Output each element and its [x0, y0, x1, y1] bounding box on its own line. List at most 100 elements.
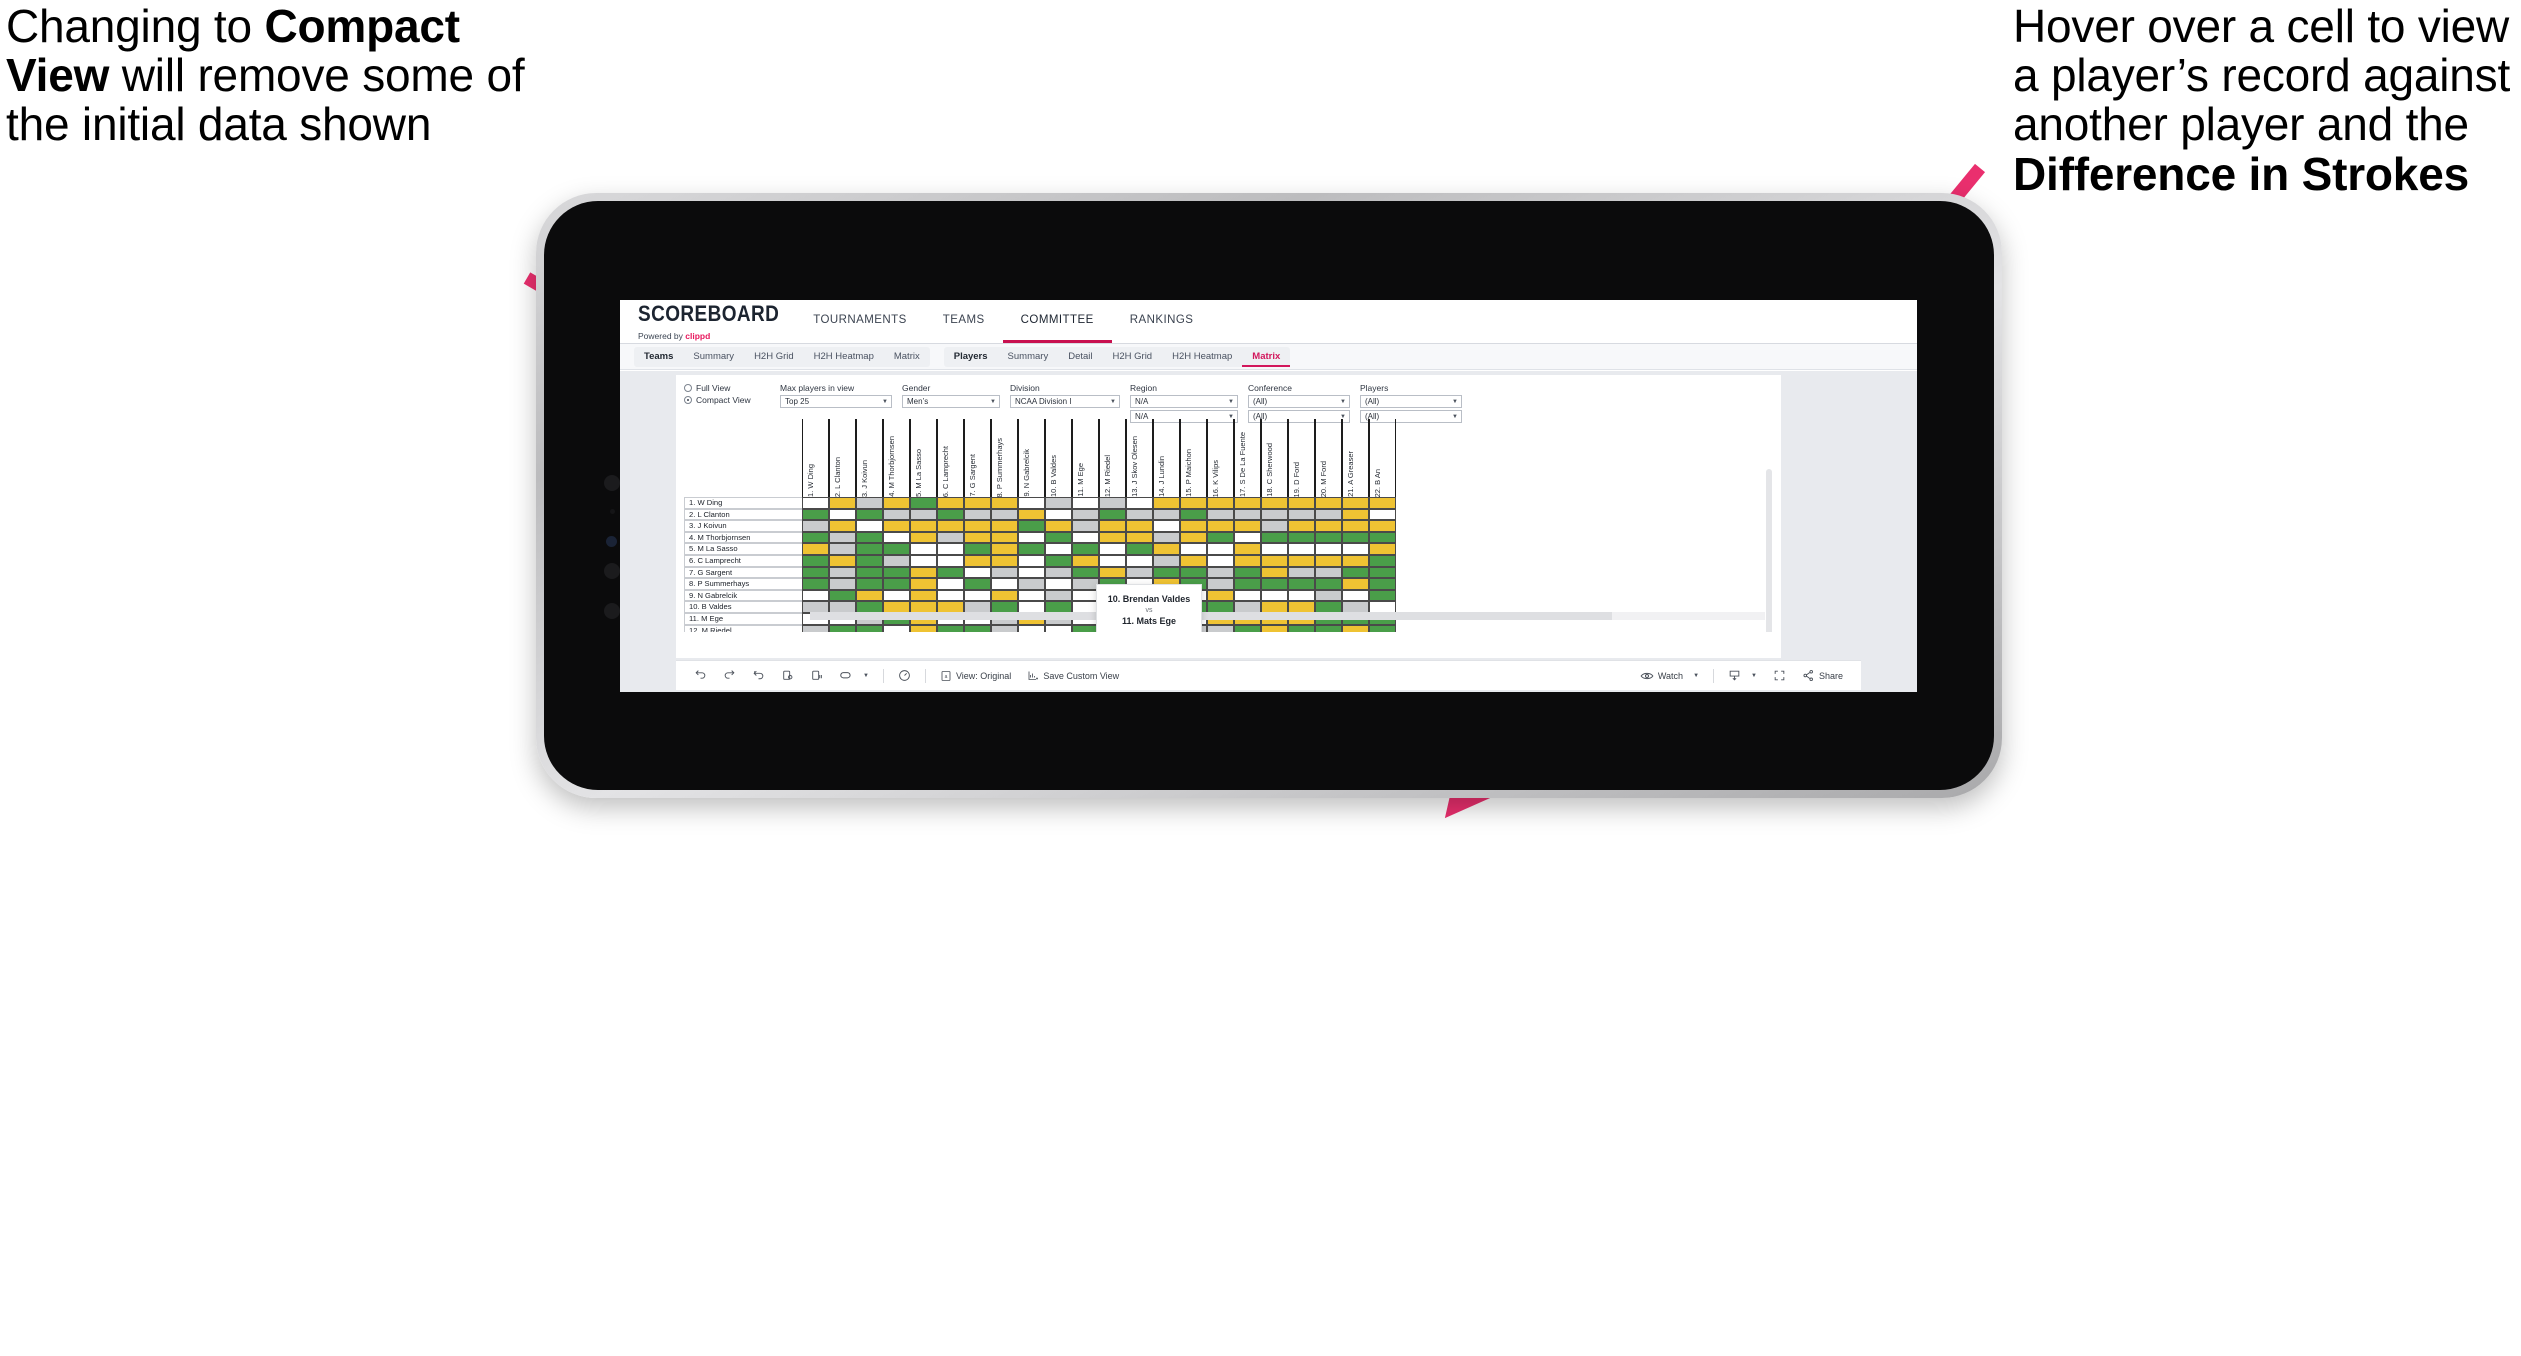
matrix-cell[interactable]	[802, 520, 829, 532]
matrix-cell[interactable]	[1288, 566, 1315, 579]
matrix-cell[interactable]	[1045, 554, 1072, 567]
matrix-cell[interactable]	[964, 578, 991, 590]
matrix-cell[interactable]	[1207, 543, 1234, 555]
matrix-cell[interactable]	[1288, 578, 1315, 590]
matrix-cell[interactable]	[1261, 497, 1288, 509]
subnav-players-detail[interactable]: Detail	[1058, 347, 1102, 367]
matrix-cell[interactable]	[829, 520, 856, 532]
matrix-cell[interactable]	[1045, 497, 1072, 509]
matrix-cell[interactable]	[1234, 624, 1261, 632]
matrix-cell[interactable]	[1234, 554, 1261, 567]
matrix-cell[interactable]	[1180, 497, 1207, 509]
matrix-cell[interactable]	[991, 624, 1018, 632]
subnav-teams[interactable]: Teams	[634, 347, 683, 367]
matrix-cell[interactable]	[991, 508, 1018, 521]
matrix-cell[interactable]	[883, 624, 910, 632]
matrix-cell[interactable]	[991, 497, 1018, 509]
matrix-cell[interactable]	[1261, 531, 1288, 544]
matrix-cell[interactable]	[1180, 520, 1207, 532]
matrix-cell[interactable]	[1126, 566, 1153, 579]
matrix-cell[interactable]	[1369, 578, 1396, 590]
matrix-cell[interactable]	[1342, 589, 1369, 602]
matrix-cell[interactable]	[964, 589, 991, 602]
matrix-cell[interactable]	[1207, 624, 1234, 632]
matrix-cell[interactable]	[1315, 543, 1342, 555]
matrix-cell[interactable]	[1261, 566, 1288, 579]
horizontal-scrollbar[interactable]	[810, 612, 1765, 620]
matrix-col-header[interactable]: 21. A Greaser	[1342, 419, 1369, 497]
matrix-cell[interactable]	[883, 543, 910, 555]
matrix-cell[interactable]	[856, 554, 883, 567]
matrix-cell[interactable]	[1315, 589, 1342, 602]
matrix-cell[interactable]	[964, 497, 991, 509]
matrix-cell[interactable]	[1315, 578, 1342, 590]
matrix-cell[interactable]	[1045, 520, 1072, 532]
matrix-cell[interactable]	[883, 497, 910, 509]
matrix-cell[interactable]	[1072, 589, 1099, 602]
matrix-cell[interactable]	[1099, 554, 1126, 567]
matrix-cell[interactable]	[1018, 543, 1045, 555]
matrix-cell[interactable]	[883, 531, 910, 544]
matrix-cell[interactable]	[1315, 520, 1342, 532]
subnav-players-matrix[interactable]: Matrix	[1242, 347, 1291, 367]
matrix-cell[interactable]	[856, 543, 883, 555]
matrix-col-header[interactable]: 14. J Lundin	[1153, 419, 1180, 497]
matrix-cell[interactable]	[1288, 543, 1315, 555]
matrix-cell[interactable]	[1072, 566, 1099, 579]
matrix-cell[interactable]	[1153, 543, 1180, 555]
matrix-cell[interactable]	[1261, 624, 1288, 632]
matrix-col-header[interactable]: 1. W Ding	[802, 419, 829, 497]
matrix-cell[interactable]	[1045, 566, 1072, 579]
matrix-cell[interactable]	[1288, 554, 1315, 567]
matrix-cell[interactable]	[964, 624, 991, 632]
fullscreen-button[interactable]	[1765, 669, 1794, 682]
matrix-cell[interactable]	[1261, 589, 1288, 602]
horizontal-scrollbar-thumb[interactable]	[810, 612, 1613, 620]
matrix-cell[interactable]	[1315, 497, 1342, 509]
matrix-cell[interactable]	[1099, 508, 1126, 521]
matrix-cell[interactable]	[856, 531, 883, 544]
matrix-cell[interactable]	[829, 624, 856, 632]
matrix-cell[interactable]	[1207, 531, 1234, 544]
matrix-cell[interactable]	[856, 566, 883, 579]
matrix-cell[interactable]	[1018, 554, 1045, 567]
matrix-cell[interactable]	[829, 589, 856, 602]
matrix-cell[interactable]	[1018, 520, 1045, 532]
matrix-cell[interactable]	[937, 508, 964, 521]
matrix-cell[interactable]	[1126, 531, 1153, 544]
matrix-cell[interactable]	[964, 566, 991, 579]
topnav-teams[interactable]: TEAMS	[925, 300, 1003, 343]
matrix-col-header[interactable]: 20. M Ford	[1315, 419, 1342, 497]
matrix-cell[interactable]	[910, 566, 937, 579]
matrix-cell[interactable]	[1288, 624, 1315, 632]
filter-division-select[interactable]: NCAA Division I ▼	[1010, 395, 1120, 408]
matrix-cell[interactable]	[1369, 624, 1396, 632]
matrix-cell[interactable]	[856, 520, 883, 532]
matrix-col-header[interactable]: 8. P Summerhays	[991, 419, 1018, 497]
matrix-col-header[interactable]: 19. D Ford	[1288, 419, 1315, 497]
filter-conference-select-1[interactable]: (All) ▼	[1248, 395, 1350, 408]
matrix-cell[interactable]	[991, 578, 1018, 590]
matrix-cell[interactable]	[802, 578, 829, 590]
matrix-cell[interactable]	[1234, 543, 1261, 555]
matrix-row-header[interactable]: 8. P Summerhays	[684, 578, 802, 590]
matrix-scroll-area[interactable]: 1. W Ding 2. L Clanton 3. J Koivun 4. M Tho…	[684, 419, 1773, 632]
matrix-cell[interactable]	[802, 624, 829, 632]
matrix-cell[interactable]	[1072, 508, 1099, 521]
matrix-cell[interactable]	[910, 554, 937, 567]
matrix-cell[interactable]	[1099, 543, 1126, 555]
matrix-cell[interactable]	[856, 589, 883, 602]
matrix-cell[interactable]	[829, 508, 856, 521]
matrix-col-header[interactable]: 4. M Thorbjornsen	[883, 419, 910, 497]
filter-players-select-1[interactable]: (All) ▼	[1360, 395, 1462, 408]
matrix-col-header[interactable]: 6. C Lamprecht	[937, 419, 964, 497]
matrix-cell[interactable]	[1288, 531, 1315, 544]
filter-max-players-select[interactable]: Top 25 ▼	[780, 395, 892, 408]
matrix-cell[interactable]	[1207, 554, 1234, 567]
matrix-cell[interactable]	[1045, 578, 1072, 590]
share-button[interactable]: Share	[1794, 669, 1851, 682]
matrix-cell[interactable]	[937, 578, 964, 590]
matrix-cell[interactable]	[964, 531, 991, 544]
matrix-cell[interactable]	[1261, 520, 1288, 532]
download-button[interactable]: ▼	[1720, 669, 1765, 682]
